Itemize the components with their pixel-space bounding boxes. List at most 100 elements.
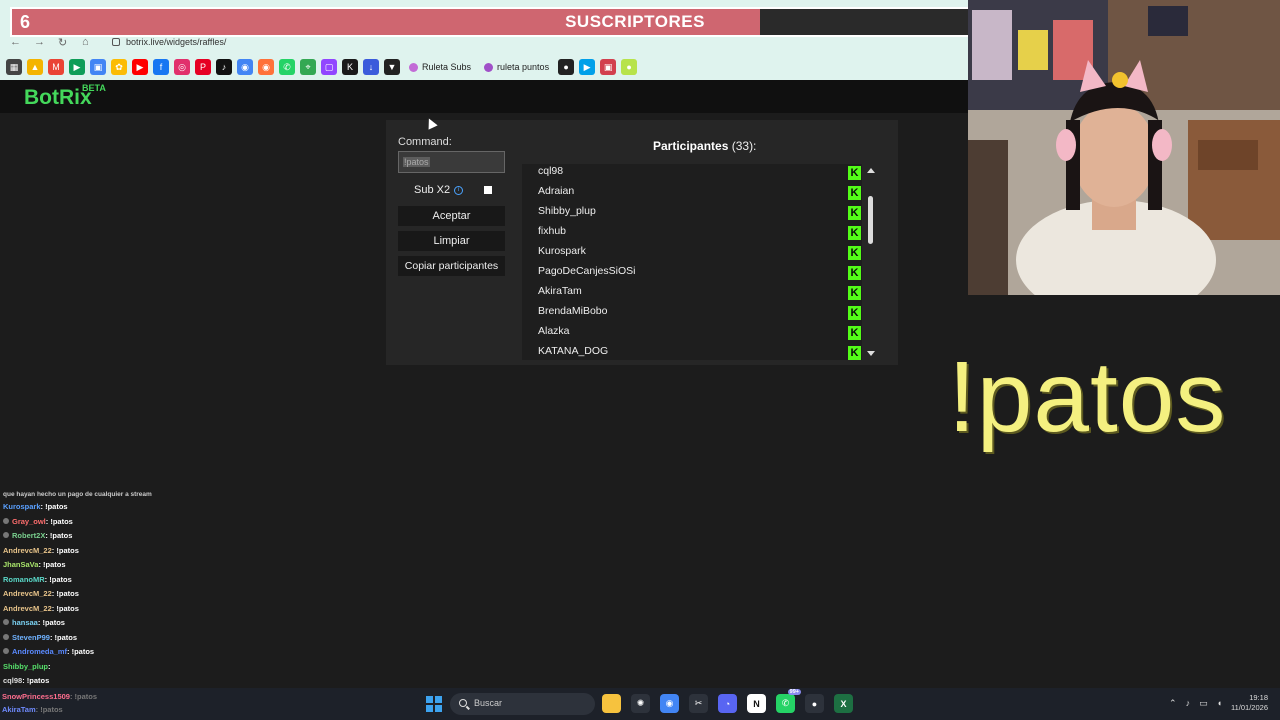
scroll-thumb[interactable] <box>868 196 873 244</box>
youtube-icon[interactable]: ▶ <box>132 59 148 75</box>
chrome-icon[interactable]: ◉ <box>660 694 679 713</box>
clear-button[interactable]: Limpiar <box>398 231 505 251</box>
chat-username: JhanSaVa <box>3 560 39 569</box>
tiktok-icon[interactable]: ♪ <box>216 59 232 75</box>
github-icon[interactable]: ● <box>558 59 575 75</box>
chat-message: StevenP99: !patos <box>3 631 223 646</box>
chatgpt-icon[interactable]: ✺ <box>631 694 650 713</box>
whatsapp-icon[interactable]: ✆ <box>279 59 295 75</box>
webcam-feed <box>968 0 1280 295</box>
chat-text: : !patos <box>22 676 50 685</box>
chat-message: cql98: !patos <box>3 674 223 689</box>
ruleta-subs-icon <box>409 62 418 72</box>
kick-icon: K <box>848 306 861 320</box>
chat-badge-icon <box>3 517 9 524</box>
drive-icon[interactable]: ▲ <box>27 59 43 75</box>
maps-icon[interactable]: ⌖ <box>300 59 316 75</box>
chat-badge-icon <box>3 532 9 538</box>
chat-text: : !patos <box>40 502 68 511</box>
participant-name: cql98 <box>538 165 564 177</box>
scroll-down-icon[interactable] <box>867 351 875 356</box>
subx2-checkbox[interactable] <box>484 186 492 194</box>
taskbar-search[interactable]: Buscar <box>450 693 595 715</box>
participant-row: Adraian K <box>522 184 862 204</box>
bookmark-ruleta-puntos[interactable]: ruleta puntos <box>480 62 553 72</box>
ruleta-puntos-label: ruleta puntos <box>497 62 550 72</box>
chat-username: Kurospark <box>3 502 41 511</box>
download-icon[interactable]: ↓ <box>363 59 379 75</box>
app-glyph: ● <box>811 698 818 709</box>
kick-icon[interactable]: K <box>342 59 358 75</box>
apps-grid-icon[interactable]: ▦ <box>6 59 22 75</box>
participants-scrollbar[interactable] <box>864 164 878 360</box>
chat-username: SnowPrincess1509 <box>2 692 70 701</box>
command-value: !patos <box>403 157 430 167</box>
chat-badge-icon <box>3 619 9 625</box>
app-glyph: ◔ <box>724 698 731 709</box>
calendar-icon[interactable]: ▣ <box>90 59 106 75</box>
ruleta-subs-label: Ruleta Subs <box>422 62 472 72</box>
copy-participants-button[interactable]: Copiar participantes <box>398 256 505 276</box>
participants-list[interactable]: cql98 K Adraian K Shibby_plup Kfixhub K Kurospa… <box>522 164 862 360</box>
command-input[interactable]: !patos <box>398 151 505 173</box>
clock-time: 19:18 <box>1249 693 1268 702</box>
chat-overlay: que hayan hecho un pago de cualquier a s… <box>3 490 223 689</box>
firefox-icon[interactable]: ◉ <box>258 59 274 75</box>
shield-icon[interactable]: ▼ <box>384 59 400 75</box>
twitch-icon[interactable]: ▢ <box>321 59 337 75</box>
chat-text: : !patos <box>67 647 95 656</box>
chat-username: hansaa <box>12 618 38 627</box>
facebook-icon[interactable]: f <box>153 59 169 75</box>
chat-text: : !patos <box>49 632 78 642</box>
volume-icon[interactable]: ◖ <box>1217 698 1222 708</box>
chat-badge-icon <box>3 633 9 640</box>
lime-icon[interactable]: ● <box>621 59 638 75</box>
participant-row: fixhub K <box>522 224 862 244</box>
chat-message: AkiraTam: !patos <box>2 703 97 716</box>
chevron-up-icon[interactable]: ⌃ <box>1169 698 1177 709</box>
participant-name: BrendaMiBobo <box>538 305 608 317</box>
kick-icon: K <box>848 326 861 340</box>
file-explorer-icon[interactable] <box>602 694 621 713</box>
accept-button[interactable]: Aceptar <box>398 206 505 226</box>
chrome-icon[interactable]: ◉ <box>237 59 253 75</box>
bookmark-icon[interactable]: ▣ <box>600 59 617 75</box>
gmail-icon[interactable]: M <box>48 59 64 75</box>
clock[interactable]: 19:18 11/01/2026 <box>1231 693 1268 713</box>
instagram-icon[interactable]: ◎ <box>174 59 190 75</box>
obs-icon[interactable]: ● <box>805 694 824 713</box>
chat-message: Shibby_plup: <box>3 660 223 675</box>
taskbar: SnowPrincess1509: !patos AkiraTam: !patos… <box>0 688 1280 720</box>
microphone-icon[interactable]: ♪ <box>1186 698 1191 708</box>
system-tray: ⌃ ♪ ▭ ◖ 19:18 11/01/2026 <box>1169 693 1268 713</box>
bookmark-ruleta-subs[interactable]: Ruleta Subs <box>405 62 475 72</box>
windows-start-icon[interactable] <box>426 696 442 712</box>
scroll-up-icon[interactable] <box>867 168 875 173</box>
participants-count: (33): <box>731 139 757 153</box>
subs-current: 6 <box>20 12 31 32</box>
chat-text: : !patos <box>51 545 79 555</box>
chat-text: : !patos <box>45 531 73 540</box>
participant-row: KATANA_DOG K <box>522 344 862 360</box>
app-glyph: ✆ <box>781 698 790 708</box>
info-icon[interactable]: i <box>454 185 464 195</box>
play-icon[interactable]: ▶ <box>579 59 596 75</box>
discord-icon[interactable]: ◔ <box>718 694 737 713</box>
participant-name: Shibby_plup <box>538 205 596 217</box>
notification-badge: 99+ <box>787 689 801 695</box>
app-glyph: ✂ <box>694 698 703 708</box>
capcut-icon[interactable]: ✂ <box>689 694 708 713</box>
excel-icon[interactable]: X <box>834 694 853 713</box>
participant-row: Alazka K <box>522 324 862 344</box>
participant-row: Kurospark K <box>522 244 862 264</box>
notion-icon[interactable]: N <box>747 694 766 713</box>
participant-row: BrendaMiBobo K <box>522 304 862 324</box>
kick-icon: K <box>848 166 861 180</box>
participant-name: Kurospark <box>538 245 586 257</box>
chat-partial-line: que hayan hecho un pago de cualquier a s… <box>3 491 152 498</box>
pinterest-icon[interactable]: P <box>195 59 211 75</box>
network-icon[interactable]: ▭ <box>1199 698 1208 709</box>
meet-icon[interactable]: ▶ <box>69 59 85 75</box>
whatsapp-icon[interactable]: ✆ 99+ <box>776 689 801 713</box>
photos-icon[interactable]: ✿ <box>111 59 127 75</box>
